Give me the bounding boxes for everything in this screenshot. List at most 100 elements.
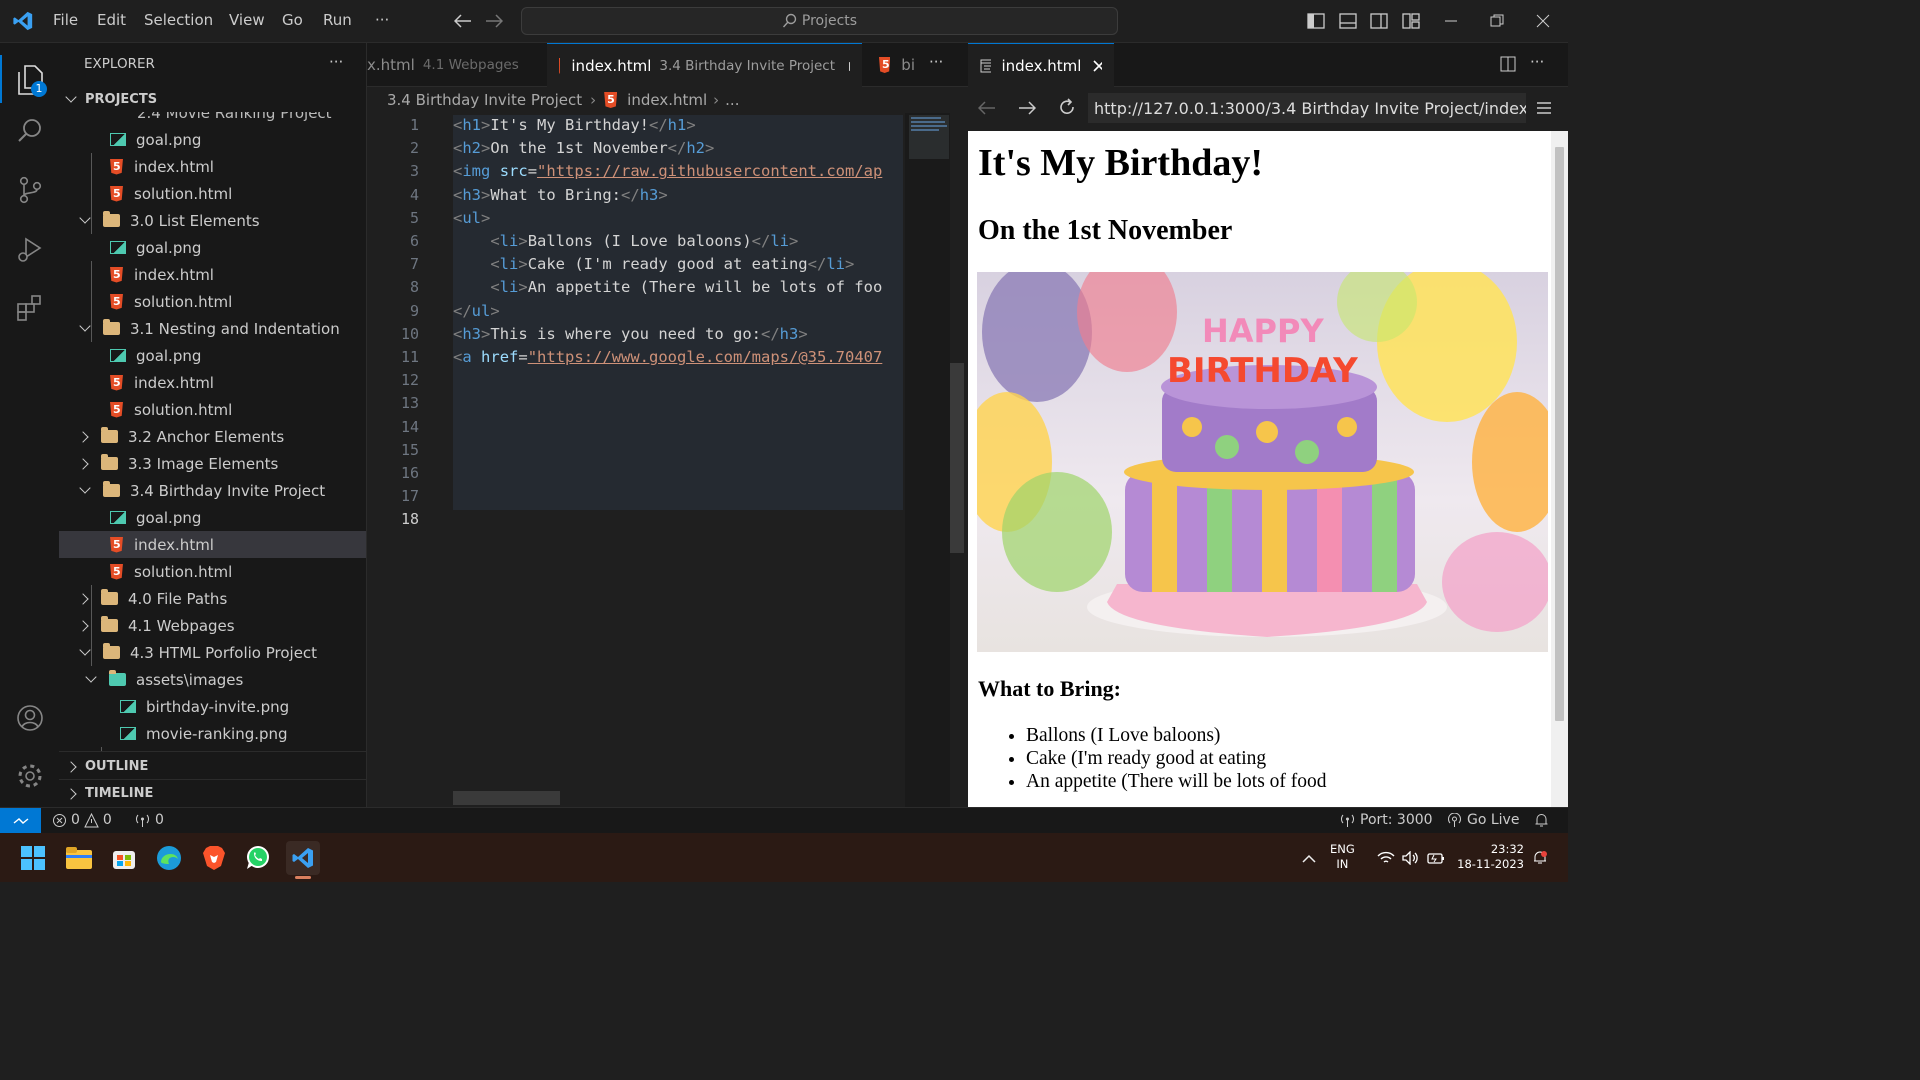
restore-icon[interactable]	[1484, 8, 1510, 34]
preview-scrollbar[interactable]	[1551, 131, 1568, 807]
tree-item[interactable]: index.html	[59, 531, 366, 558]
menu-file[interactable]: File	[53, 11, 78, 29]
tree-item[interactable]: 3.3 Image Elements	[59, 450, 366, 477]
code-line[interactable]: <ul>	[453, 209, 490, 227]
tree-item[interactable]: solution.html	[59, 558, 366, 585]
tree-item[interactable]: birthday-invite.png	[59, 693, 366, 720]
tab-webpages-html[interactable]: x.html 4.1 Webpages	[355, 43, 545, 87]
store-icon[interactable]	[107, 841, 141, 875]
minimap[interactable]	[905, 113, 950, 807]
notification-bell-icon[interactable]	[1533, 850, 1547, 870]
volume-icon[interactable]	[1402, 850, 1420, 869]
file-explorer-icon[interactable]	[62, 841, 96, 875]
menu-view[interactable]: View	[229, 11, 265, 29]
tree-item[interactable]: 3.1 Nesting and Indentation	[59, 315, 366, 342]
menu-more[interactable]: ···	[375, 11, 389, 29]
vertical-scrollbar[interactable]	[950, 363, 964, 553]
outline-section-header[interactable]: OUTLINE	[59, 753, 366, 780]
code-line[interactable]: <h3>This is where you need to go:</h3>	[453, 325, 808, 343]
command-center-search[interactable]: Projects	[521, 7, 1118, 35]
problems-indicator[interactable]: 0 0	[52, 812, 112, 828]
toggle-secondary-sidebar-icon[interactable]	[1366, 8, 1392, 34]
unsaved-dot-icon[interactable]	[849, 61, 850, 71]
tree-item[interactable]: 3.0 List Elements	[59, 207, 366, 234]
vscode-taskbar-icon[interactable]	[286, 841, 320, 875]
tab-preview[interactable]: index.html	[968, 43, 1114, 88]
horizontal-scrollbar[interactable]	[453, 791, 560, 805]
code-line[interactable]: <a href="https://www.google.com/maps/@35…	[453, 348, 882, 366]
preview-more-button[interactable]: ···	[1530, 53, 1544, 71]
run-debug-icon[interactable]	[0, 221, 59, 279]
tree-item[interactable]: 4.1 Webpages	[59, 612, 366, 639]
wifi-icon[interactable]	[1377, 850, 1395, 869]
browser-back-icon[interactable]	[977, 100, 996, 119]
tree-item[interactable]: movie-ranking.png	[59, 720, 366, 747]
code-line[interactable]: <li>An appetite (There will be lots of f…	[453, 278, 882, 296]
tree-item[interactable]: goal.png	[59, 504, 366, 531]
windows-start-icon[interactable]	[16, 841, 50, 875]
menu-selection[interactable]: Selection	[144, 11, 213, 29]
language-indicator[interactable]: ENG IN	[1330, 842, 1355, 872]
whatsapp-icon[interactable]	[241, 841, 275, 875]
tab-index-html[interactable]: index.html 3.4 Birthday Invite Project	[547, 43, 862, 88]
tree-item[interactable]: assets\images	[59, 666, 366, 693]
code-line[interactable]: <li>Ballons (I Love baloons)</li>	[453, 232, 798, 250]
close-tab-icon[interactable]	[1093, 60, 1102, 72]
search-icon[interactable]	[0, 101, 59, 159]
code-line[interactable]: <li>Cake (I'm ready good at eating</li>	[453, 255, 854, 273]
projects-section-header[interactable]: PROJECTS	[59, 86, 366, 112]
tree-item[interactable]: solution.html	[59, 396, 366, 423]
accounts-icon[interactable]	[0, 689, 59, 747]
timeline-section-header[interactable]: TIMELINE	[59, 780, 366, 807]
tree-item[interactable]: 3.4 Birthday Invite Project	[59, 477, 366, 504]
extensions-icon[interactable]	[0, 279, 59, 337]
chevron-up-icon[interactable]	[1292, 841, 1326, 875]
tree-item[interactable]: index.html	[59, 261, 366, 288]
tree-item[interactable]: solution.html	[59, 180, 366, 207]
settings-gear-icon[interactable]	[0, 747, 59, 805]
tab-bi[interactable]: bi	[867, 43, 927, 87]
scroll-thumb[interactable]	[1555, 147, 1564, 721]
url-input[interactable]: http://127.0.0.1:3000/3.4 Birthday Invit…	[1088, 93, 1526, 123]
tree-item[interactable]: index.html	[59, 369, 366, 396]
browser-forward-icon[interactable]	[1018, 100, 1037, 119]
battery-icon[interactable]	[1427, 850, 1445, 869]
edge-browser-icon[interactable]	[152, 841, 186, 875]
minimize-icon[interactable]	[1438, 8, 1464, 34]
reload-icon[interactable]	[1058, 98, 1076, 120]
split-editor-icon[interactable]	[1500, 56, 1516, 76]
tree-item[interactable]: solution.html	[59, 288, 366, 315]
tree-item[interactable]: index.html	[59, 153, 366, 180]
browser-menu-icon[interactable]	[1536, 100, 1552, 119]
tree-item[interactable]: 3.2 Anchor Elements	[59, 423, 366, 450]
remote-icon[interactable]	[0, 808, 41, 834]
source-control-icon[interactable]	[0, 161, 59, 219]
tree-item[interactable]: goal.png	[59, 126, 366, 153]
breadcrumb-folder[interactable]: 3.4 Birthday Invite Project	[387, 91, 582, 109]
toggle-sidebar-icon[interactable]	[1303, 8, 1329, 34]
tree-item[interactable]: 4.3 HTML Porfolio Project	[59, 639, 366, 666]
code-line[interactable]: <h1>It's My Birthday!</h1>	[453, 116, 696, 134]
tree-item-partial[interactable]: 2.4 Movie Ranking Project	[59, 112, 366, 126]
explorer-more-button[interactable]: ···	[329, 53, 343, 71]
forward-arrow-icon[interactable]	[481, 8, 507, 34]
breadcrumb-file[interactable]: index.html	[627, 91, 707, 109]
menu-go[interactable]: Go	[282, 11, 303, 29]
code-editor[interactable]: 1 <h1>It's My Birthday!</h1> 2 <h2>On the 1…	[367, 113, 968, 807]
notifications-bell-icon[interactable]	[1534, 812, 1549, 832]
breadcrumb-symbol[interactable]: ...	[725, 91, 739, 109]
close-window-icon[interactable]	[1530, 8, 1556, 34]
code-line[interactable]: <h3>What to Bring:</h3>	[453, 186, 668, 204]
brave-browser-icon[interactable]	[197, 841, 231, 875]
tree-item[interactable]: 4.0 File Paths	[59, 585, 366, 612]
port-indicator[interactable]: Port: 3000	[1340, 812, 1433, 828]
tree-item[interactable]: goal.png	[59, 342, 366, 369]
code-line[interactable]: <h2>On the 1st November</h2>	[453, 139, 714, 157]
clock[interactable]: 23:32 18-11-2023	[1456, 842, 1524, 872]
back-arrow-icon[interactable]	[450, 8, 476, 34]
ports-indicator[interactable]: 0	[135, 812, 164, 828]
customize-layout-icon[interactable]	[1398, 8, 1424, 34]
code-line[interactable]: </ul>	[453, 302, 500, 320]
code-line[interactable]: <img src="https://raw.githubusercontent.…	[453, 162, 882, 180]
menu-edit[interactable]: Edit	[97, 11, 126, 29]
